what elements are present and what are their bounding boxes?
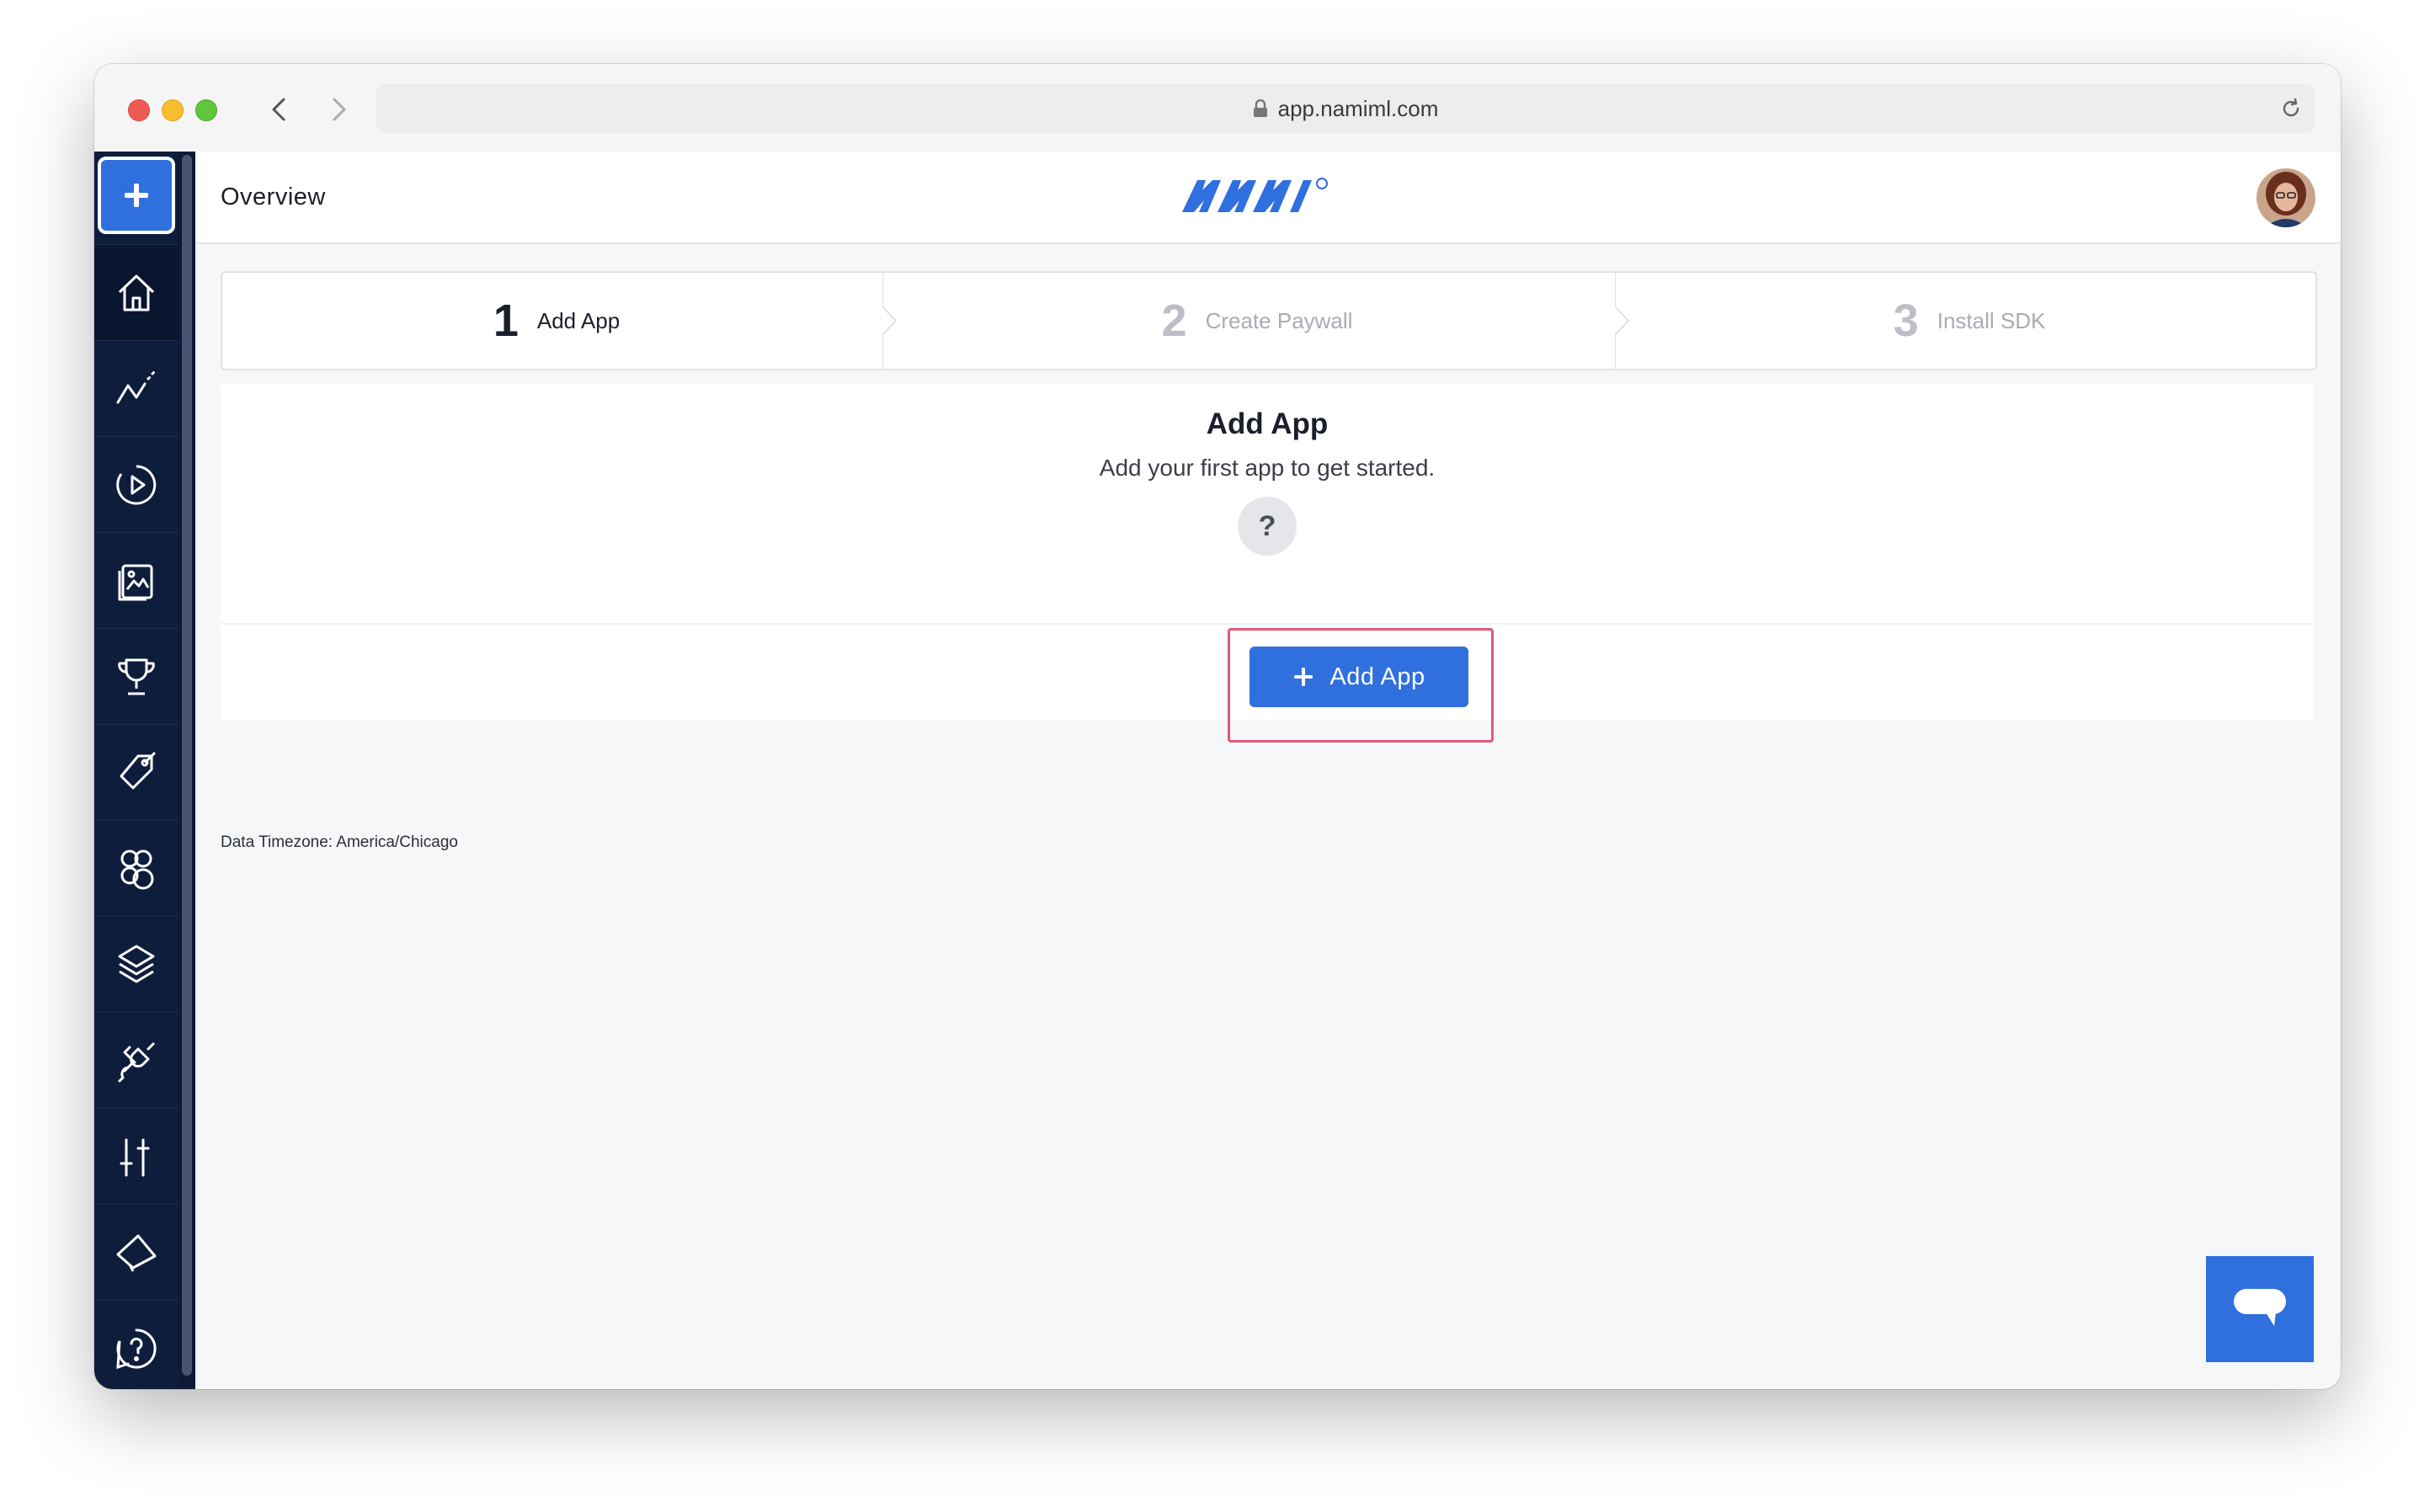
paywalls-icon bbox=[118, 564, 153, 601]
close-window-button[interactable] bbox=[128, 99, 150, 121]
announcements-icon bbox=[116, 1234, 157, 1272]
sidebar-item-help[interactable] bbox=[94, 1300, 178, 1389]
chat-support-button[interactable] bbox=[2206, 1256, 2314, 1362]
sidebar-add-button[interactable] bbox=[98, 157, 175, 234]
products-icon bbox=[120, 751, 157, 790]
integrations-icon bbox=[118, 1042, 155, 1083]
forward-arrow-icon[interactable] bbox=[322, 93, 355, 126]
sidebar bbox=[94, 152, 178, 1389]
sidebar-item-paywalls[interactable] bbox=[94, 532, 178, 629]
browser-titlebar: app.namiml.com bbox=[94, 64, 2341, 153]
entitlements-icon bbox=[118, 658, 155, 695]
sidebar-item-analytics[interactable] bbox=[94, 340, 178, 437]
step-label: Install SDK bbox=[1937, 307, 2046, 333]
sidebar-item-home[interactable] bbox=[94, 244, 178, 341]
minimize-window-button[interactable] bbox=[162, 99, 184, 121]
sidebar-item-apps[interactable] bbox=[94, 916, 178, 1013]
step-number: 2 bbox=[1161, 295, 1187, 346]
step-number: 1 bbox=[493, 295, 519, 346]
step-number: 3 bbox=[1893, 295, 1919, 346]
url-text: app.namiml.com bbox=[1277, 95, 1439, 121]
page-title: Overview bbox=[221, 184, 326, 210]
sidebar-item-customers[interactable] bbox=[94, 820, 178, 917]
reload-icon[interactable] bbox=[2278, 96, 2304, 121]
help-question-icon[interactable]: ? bbox=[1238, 497, 1297, 556]
sidebar-item-integrations[interactable] bbox=[94, 1012, 178, 1109]
sidebar-item-settings[interactable] bbox=[94, 1108, 178, 1205]
data-timezone-label: Data Timezone: America/Chicago bbox=[221, 833, 458, 851]
analytics-icon bbox=[116, 370, 156, 404]
apps-icon bbox=[118, 945, 155, 983]
sidebar-item-announcements[interactable] bbox=[94, 1204, 178, 1301]
nami-logo bbox=[1182, 178, 1328, 212]
card-title: Add App bbox=[1206, 407, 1329, 440]
user-avatar[interactable] bbox=[2257, 168, 2315, 227]
sidebar-item-entitlements[interactable] bbox=[94, 628, 178, 725]
customers-icon bbox=[120, 849, 154, 890]
lock-icon bbox=[1253, 99, 1267, 117]
card-divider bbox=[221, 623, 2314, 625]
step-label: Add App bbox=[536, 307, 621, 333]
sidebar-scrollbar-thumb[interactable] bbox=[182, 155, 192, 1376]
step-label: Create Paywall bbox=[1205, 307, 1353, 333]
home-icon bbox=[118, 274, 155, 311]
help-icon bbox=[116, 1328, 157, 1370]
step-install-sdk[interactable]: 3 Install SDK bbox=[1623, 273, 2315, 369]
main-content: Overview 1 Add App 2 Create Paywall 3 In… bbox=[195, 152, 2341, 1389]
sidebar-scrollbar[interactable] bbox=[178, 152, 195, 1389]
chat-bubble-icon bbox=[2234, 1289, 2286, 1326]
sidebar-item-campaigns[interactable] bbox=[94, 436, 178, 533]
onboarding-stepper: 1 Add App 2 Create Paywall 3 Install SDK bbox=[221, 271, 2317, 370]
plus-icon bbox=[125, 184, 148, 207]
add-app-button-label: Add App bbox=[1329, 663, 1425, 690]
settings-icon bbox=[120, 1138, 150, 1177]
address-bar-content: app.namiml.com bbox=[376, 84, 2315, 133]
card-subtitle: Add your first app to get started. bbox=[1099, 455, 1436, 481]
campaigns-icon bbox=[116, 465, 157, 505]
browser-window: app.namiml.com Overview 1 Add App 2 Crea… bbox=[94, 64, 2341, 1389]
step-add-app[interactable]: 1 Add App bbox=[222, 273, 891, 369]
plus-icon bbox=[1294, 668, 1313, 686]
back-arrow-icon[interactable] bbox=[263, 93, 296, 126]
zoom-window-button[interactable] bbox=[195, 99, 217, 121]
user-avatar-image bbox=[2257, 168, 2315, 227]
address-bar[interactable]: app.namiml.com bbox=[376, 84, 2315, 133]
step-create-paywall[interactable]: 2 Create Paywall bbox=[891, 273, 1623, 369]
add-app-button[interactable]: Add App bbox=[1249, 647, 1468, 707]
sidebar-item-products[interactable] bbox=[94, 724, 178, 821]
top-header: Overview bbox=[195, 152, 2341, 244]
